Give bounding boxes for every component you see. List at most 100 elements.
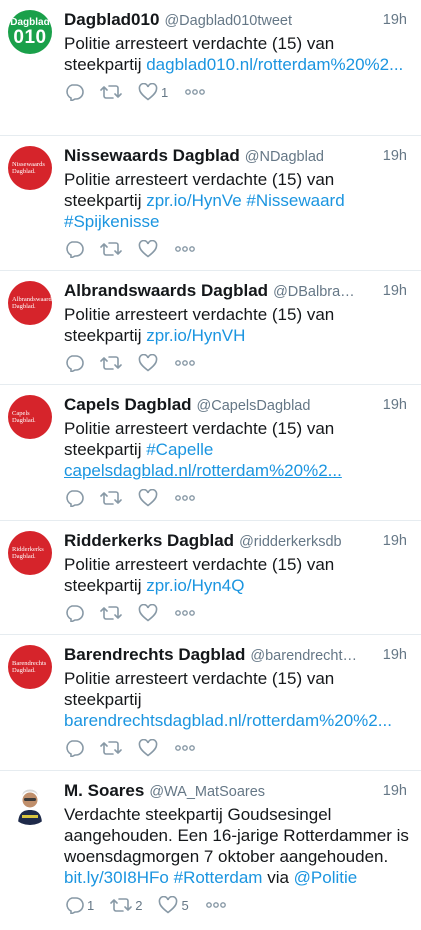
author-handle[interactable]: @NDagblad xyxy=(245,149,324,165)
author-handle[interactable]: @CapelsDagblad xyxy=(197,398,311,414)
like-button[interactable]: 5 xyxy=(158,896,189,914)
retweet-button[interactable]: 2 xyxy=(110,896,142,914)
like-button[interactable] xyxy=(138,739,158,757)
tweet-link[interactable]: zpr.io/HynVe xyxy=(146,191,241,210)
like-button[interactable] xyxy=(138,354,158,372)
timestamp[interactable]: 19h xyxy=(383,12,407,28)
retweet-button[interactable] xyxy=(100,604,122,622)
tweet[interactable]: Dagblad 010 Dagblad010 @Dagblad010tweet … xyxy=(0,0,421,136)
reply-button[interactable] xyxy=(64,604,84,622)
hashtag-link[interactable]: #Rotterdam xyxy=(174,868,263,887)
like-button[interactable] xyxy=(138,604,158,622)
tweet-link[interactable]: bit.ly/30I8HFo xyxy=(64,868,169,887)
tweet-text: Politie arresteert verdachte (15) van st… xyxy=(64,554,409,596)
avatar-logo-text: Albrandswaards Dagblad. xyxy=(12,296,52,310)
tweet[interactable]: Nissewaards Dagblad. Nissewaards Dagblad… xyxy=(0,136,421,271)
author-name[interactable]: M. Soares xyxy=(64,781,144,801)
more-button[interactable] xyxy=(174,744,196,752)
more-button[interactable] xyxy=(205,901,227,909)
avatar[interactable]: Barendrechts Dagblad. xyxy=(8,645,52,689)
more-button[interactable] xyxy=(174,494,196,502)
avatar-logo-text: Nissewaards Dagblad. xyxy=(12,161,45,175)
retweet-button[interactable] xyxy=(100,354,122,372)
author-name[interactable]: Ridderkerks Dagblad xyxy=(64,531,234,551)
tweet-actions: 1 2 5 xyxy=(64,890,409,920)
more-icon xyxy=(175,360,195,366)
tweet-link[interactable]: capelsdagblad.nl/rotterdam%20%2... xyxy=(64,461,342,480)
timestamp[interactable]: 19h xyxy=(383,783,407,799)
tweet[interactable]: Ridderkerks Dagblad. Ridderkerks Dagblad… xyxy=(0,521,421,635)
avatar[interactable]: Dagblad 010 xyxy=(8,10,52,54)
tweet[interactable]: Albrandswaards Dagblad. Albrandswaards D… xyxy=(0,271,421,385)
avatar[interactable] xyxy=(8,781,52,825)
reply-button[interactable] xyxy=(64,489,84,507)
retweet-button[interactable] xyxy=(100,240,122,258)
more-button[interactable] xyxy=(174,609,196,617)
reply-button[interactable]: 1 xyxy=(64,896,94,914)
tweet-link[interactable]: barendrechtsdagblad.nl/rotterdam%20%2... xyxy=(64,711,392,730)
retweet-button[interactable] xyxy=(100,739,122,757)
tweet[interactable]: Barendrechts Dagblad. Barendrechts Dagbl… xyxy=(0,635,421,771)
timestamp[interactable]: 19h xyxy=(383,148,407,164)
tweet-text: Politie arresteert verdachte (15) van st… xyxy=(64,418,409,481)
more-icon xyxy=(175,745,195,751)
author-name[interactable]: Barendrechts Dagblad xyxy=(64,645,245,665)
like-button[interactable] xyxy=(138,240,158,258)
more-button[interactable] xyxy=(174,359,196,367)
timestamp[interactable]: 19h xyxy=(383,647,407,663)
retweet-count: 2 xyxy=(135,897,143,913)
retweet-icon xyxy=(100,491,122,505)
heart-icon xyxy=(138,354,158,372)
tweet-link[interactable]: zpr.io/Hyn4Q xyxy=(146,576,244,595)
author-handle[interactable]: @ridderkerksdb xyxy=(239,534,342,550)
retweet-icon xyxy=(110,898,133,912)
reply-button[interactable] xyxy=(64,240,84,258)
tweet-link[interactable]: zpr.io/HynVH xyxy=(146,326,245,345)
tweet-actions xyxy=(64,234,409,264)
author-name[interactable]: Dagblad010 xyxy=(64,10,159,30)
avatar-logo-text: Capels Dagblad. xyxy=(12,410,36,424)
tweet[interactable]: M. Soares @WA_MatSoares 19h Verdachte st… xyxy=(0,771,421,930)
more-icon xyxy=(175,610,195,616)
author-name[interactable]: Nissewaards Dagblad xyxy=(64,146,240,166)
tweet-link[interactable]: dagblad010.nl/rotterdam%20%2... xyxy=(146,55,403,74)
more-button[interactable] xyxy=(184,88,206,96)
author-handle[interactable]: @WA_MatSoares xyxy=(149,784,265,800)
retweet-button[interactable] xyxy=(100,489,122,507)
hashtag-link[interactable]: #Capelle xyxy=(146,440,213,459)
timestamp[interactable]: 19h xyxy=(383,533,407,549)
tweet-actions xyxy=(64,733,409,763)
timestamp[interactable]: 19h xyxy=(383,397,407,413)
more-button[interactable] xyxy=(174,245,196,253)
avatar[interactable]: Ridderkerks Dagblad. xyxy=(8,531,52,575)
avatar[interactable]: Albrandswaards Dagblad. xyxy=(8,281,52,325)
author-handle[interactable]: @Dagblad010tweet xyxy=(164,13,292,29)
reply-button[interactable] xyxy=(64,739,84,757)
like-button[interactable]: 1 xyxy=(138,83,168,101)
timestamp[interactable]: 19h xyxy=(383,283,407,299)
tweet[interactable]: Capels Dagblad. Capels Dagblad @CapelsDa… xyxy=(0,385,421,521)
author-handle[interactable]: @barendrechtsdb xyxy=(250,648,359,664)
reply-button[interactable] xyxy=(64,354,84,372)
retweet-icon xyxy=(100,85,122,99)
reply-button[interactable] xyxy=(64,83,84,101)
author-name[interactable]: Albrandswaards Dagblad xyxy=(64,281,268,301)
hashtag-link[interactable]: #Nissewaard xyxy=(246,191,344,210)
tweet-text: Politie arresteert verdachte (15) van st… xyxy=(64,668,409,731)
like-count: 1 xyxy=(161,84,169,100)
hashtag-link[interactable]: #Spijkenisse xyxy=(64,212,159,231)
tweet-feed: Dagblad 010 Dagblad010 @Dagblad010tweet … xyxy=(0,0,421,930)
reply-icon xyxy=(66,355,84,372)
author-name[interactable]: Capels Dagblad xyxy=(64,395,192,415)
avatar[interactable]: Capels Dagblad. xyxy=(8,395,52,439)
via-text: via xyxy=(267,868,289,887)
heart-icon xyxy=(138,83,158,101)
author-handle[interactable]: @DBalbrand... xyxy=(273,284,359,300)
mention-link[interactable]: @Politie xyxy=(294,868,358,887)
reply-icon xyxy=(66,740,84,757)
avatar-logo-text: Ridderkerks Dagblad. xyxy=(12,546,44,560)
more-icon xyxy=(185,89,206,95)
like-button[interactable] xyxy=(138,489,158,507)
avatar[interactable]: Nissewaards Dagblad. xyxy=(8,146,52,190)
retweet-button[interactable] xyxy=(100,83,122,101)
